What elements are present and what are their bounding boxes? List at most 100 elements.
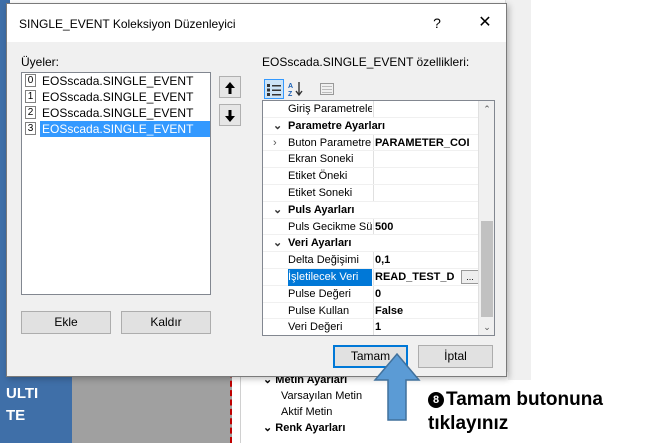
property-value[interactable]: PARAMETER_COI [375,135,479,152]
property-name: İşletilecek Veri [288,268,372,286]
arrow-up-icon [225,81,235,94]
category-row[interactable]: ⌄ Puls Ayarları [263,202,494,219]
expand-icon[interactable]: › [273,135,285,152]
annotation-line1: 8 Tamam butonuna [428,388,603,412]
category-name: Puls Ayarları [288,203,355,216]
property-value[interactable]: 0,1 [375,252,479,269]
svg-text:A: A [288,83,293,90]
column-divider [373,168,374,184]
member-item-3[interactable]: 3 EOSscada.SINGLE_EVENT [22,121,210,137]
member-name: EOSscada.SINGLE_EVENT [40,121,210,137]
column-divider [373,151,374,168]
property-value[interactable]: READ_TEST_D [375,269,459,286]
member-index: 3 [25,122,36,135]
collapse-icon: ⌄ [263,422,276,434]
member-name: EOSscada.SINGLE_EVENT [42,90,194,104]
property-row[interactable]: Pulse Değeri 0 [263,285,494,303]
property-name: Etiket Soneki [288,186,353,199]
move-down-button[interactable] [219,104,241,126]
vertical-scrollbar[interactable]: ⌃ ⌄ [478,101,494,335]
categorized-icon [267,84,281,97]
annotation-instruction: 8 Tamam butonuna tıklayınız [428,388,603,436]
property-name: Ekran Soneki [288,153,354,166]
svg-text:Z: Z [288,91,293,97]
member-index: 2 [25,106,36,119]
property-name: Veri Değeri [288,321,343,334]
column-divider [373,285,374,302]
column-divider [373,134,374,151]
member-name: EOSscada.SINGLE_EVENT [42,106,194,120]
scroll-up-icon[interactable]: ⌃ [479,101,494,117]
column-divider [373,319,374,335]
category-name: Parametre Ayarları [288,119,386,132]
property-name: Etiket Öneki [288,170,348,183]
property-value[interactable]: 1 [375,319,479,335]
property-row[interactable]: Etiket Soneki [263,184,494,202]
move-up-button[interactable] [219,76,241,98]
collapse-icon[interactable]: ⌄ [273,118,285,135]
multi-button[interactable]: ULTI TE [0,375,72,443]
close-button[interactable]: ✕ [473,12,497,34]
members-label: Üyeler: [21,55,60,69]
property-name: Pulse Kullan [288,304,350,317]
property-row[interactable]: Ekran Soneki [263,151,494,169]
property-row-selected[interactable]: İşletilecek Veri READ_TEST_D ... [263,268,494,286]
step-number-badge: 8 [428,392,444,408]
property-value[interactable]: 500 [375,219,479,236]
member-index: 0 [25,74,36,87]
property-row[interactable]: Giriş Parametrele [263,101,494,118]
collapse-icon[interactable]: ⌄ [273,202,285,219]
column-divider [373,302,374,319]
column-divider [373,101,374,117]
properties-label: EOSscada.SINGLE_EVENT özellikleri: [262,55,470,69]
column-divider [373,252,374,268]
scrollbar-thumb[interactable] [481,221,493,317]
categorized-button[interactable] [264,79,284,99]
category-row[interactable]: ⌄ Veri Ayarları [263,235,494,253]
collection-editor-dialog: SINGLE_EVENT Koleksiyon Düzenleyici ? ✕ … [6,3,507,377]
member-item-1[interactable]: 1 EOSscada.SINGLE_EVENT [22,89,210,105]
background-gray-area [72,370,232,443]
property-grid[interactable]: Giriş Parametrele ⌄ Parametre Ayarları ›… [262,100,495,336]
column-divider [373,218,374,235]
alphabetical-button[interactable]: A Z [286,79,306,99]
remove-button[interactable]: Kaldır [121,311,211,334]
multi-label-line2: TE [6,407,26,424]
annotation-line2: tıklayınız [428,413,509,434]
property-row[interactable]: Delta Değişimi 0,1 [263,252,494,269]
property-name: Buton Parametre [288,136,372,149]
property-row[interactable]: Puls Gecikme Sü 500 [263,218,494,236]
dialog-title: SINGLE_EVENT Koleksiyon Düzenleyici [19,17,236,31]
ellipsis-button[interactable]: ... [461,269,479,284]
property-value[interactable]: 0 [375,286,479,303]
member-name: EOSscada.SINGLE_EVENT [42,74,194,88]
property-row[interactable]: Etiket Öneki [263,168,494,185]
property-name: Delta Değişimi [288,254,359,267]
help-button[interactable]: ? [425,12,449,34]
member-item-2[interactable]: 2 EOSscada.SINGLE_EVENT [22,105,210,121]
collapse-icon[interactable]: ⌄ [273,235,285,252]
property-row[interactable]: › Buton Parametre PARAMETER_COI [263,134,494,152]
column-divider [373,184,374,201]
category-name: Veri Ayarları [288,237,352,250]
alphabetical-sort-icon: A Z [288,82,303,98]
annotation-arrow-icon [373,352,421,421]
background-scroll-area [505,0,531,380]
category-row[interactable]: ⌄ Parametre Ayarları [263,118,494,135]
property-value[interactable]: False [375,303,479,320]
members-list[interactable]: 0 EOSscada.SINGLE_EVENT 1 EOSscada.SINGL… [21,72,211,295]
cancel-button[interactable]: İptal [418,345,493,368]
column-divider [373,268,374,285]
arrow-down-icon [225,109,235,122]
scroll-down-icon[interactable]: ⌄ [479,319,494,335]
add-button[interactable]: Ekle [21,311,111,334]
title-bar: SINGLE_EVENT Koleksiyon Düzenleyici ? ✕ [7,4,506,42]
multi-label-line1: ULTI [6,385,39,402]
property-row[interactable]: Pulse Kullan False [263,302,494,320]
property-name: Puls Gecikme Sü [288,220,372,233]
property-pages-button[interactable] [317,79,337,99]
member-index: 1 [25,90,36,103]
member-item-0[interactable]: 0 EOSscada.SINGLE_EVENT [22,73,210,89]
property-row[interactable]: Veri Değeri 1 [263,319,494,335]
property-name: Giriş Parametrele [288,103,372,115]
